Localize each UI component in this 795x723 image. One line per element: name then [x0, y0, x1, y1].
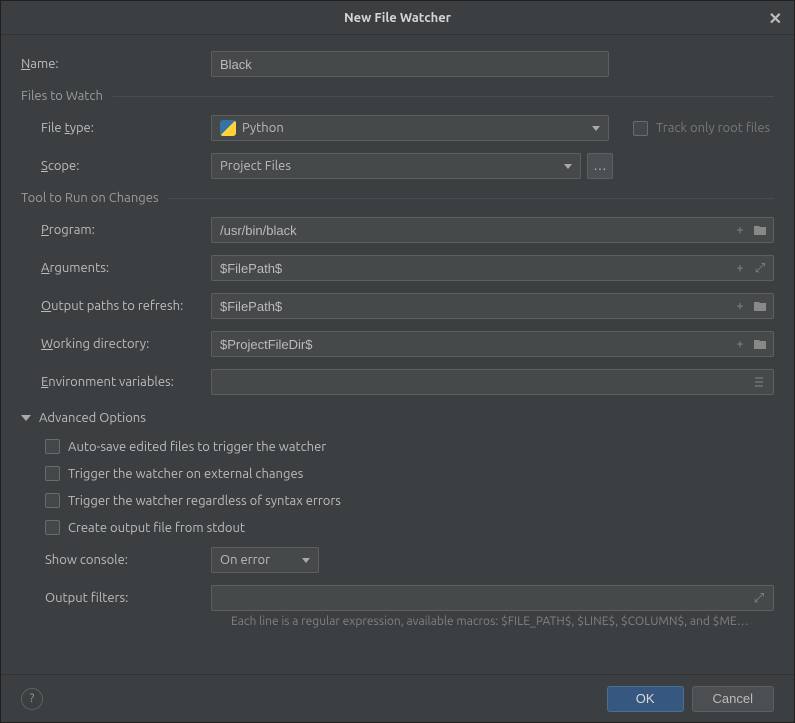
show-console-label: Show console: — [45, 553, 211, 567]
scope-browse-button[interactable]: … — [587, 153, 613, 179]
chevron-down-icon — [564, 164, 572, 169]
external-changes-checkbox[interactable] — [45, 466, 60, 481]
titlebar: New File Watcher ✕ — [1, 1, 794, 35]
folder-icon[interactable] — [752, 222, 768, 238]
files-to-watch-header: Files to Watch — [21, 89, 774, 103]
scope-label: Scope: — [41, 159, 211, 173]
chevron-down-icon — [302, 558, 310, 563]
working-dir-input[interactable] — [211, 331, 774, 357]
chevron-down-icon — [21, 415, 31, 421]
cancel-button[interactable]: Cancel — [692, 686, 774, 712]
arguments-label: Arguments: — [41, 261, 211, 275]
chevron-down-icon — [592, 126, 600, 131]
help-button[interactable]: ? — [21, 688, 43, 710]
autosave-checkbox[interactable] — [45, 439, 60, 454]
syntax-errors-label: Trigger the watcher regardless of syntax… — [68, 494, 341, 508]
close-icon[interactable]: ✕ — [769, 9, 782, 28]
plus-icon[interactable]: + — [732, 298, 748, 314]
tool-to-run-header: Tool to Run on Changes — [21, 191, 774, 205]
output-filters-label: Output filters: — [45, 591, 211, 605]
stdout-checkbox[interactable] — [45, 520, 60, 535]
output-filters-hint: Each line is a regular expression, avail… — [231, 615, 774, 628]
scope-select[interactable]: Project Files — [211, 153, 581, 179]
arguments-input[interactable] — [211, 255, 774, 281]
track-root-checkbox[interactable] — [633, 121, 648, 136]
plus-icon[interactable]: + — [732, 222, 748, 238]
ok-button[interactable]: OK — [607, 686, 684, 712]
stdout-label: Create output file from stdout — [68, 521, 245, 535]
program-label: Program: — [41, 223, 211, 237]
env-vars-label: Environment variables: — [41, 375, 211, 389]
expand-icon[interactable]: ⤢ — [751, 590, 767, 606]
syntax-errors-checkbox[interactable] — [45, 493, 60, 508]
name-label: Name: — [21, 57, 211, 71]
file-type-select[interactable]: Python — [211, 115, 609, 141]
program-input[interactable] — [211, 217, 774, 243]
external-changes-label: Trigger the watcher on external changes — [68, 467, 303, 481]
plus-icon[interactable]: + — [732, 336, 748, 352]
file-type-label: File type: — [41, 121, 211, 135]
folder-icon[interactable] — [752, 336, 768, 352]
output-paths-label: Output paths to refresh: — [41, 299, 211, 313]
list-icon[interactable] — [751, 374, 767, 390]
autosave-label: Auto-save edited files to trigger the wa… — [68, 440, 326, 454]
track-root-label: Track only root files — [656, 121, 770, 135]
output-paths-input[interactable] — [211, 293, 774, 319]
window-title: New File Watcher — [344, 11, 451, 25]
name-input[interactable] — [211, 51, 609, 77]
folder-icon[interactable] — [752, 298, 768, 314]
expand-icon[interactable]: ⤢ — [752, 260, 768, 276]
env-vars-input[interactable] — [211, 369, 774, 395]
show-console-select[interactable]: On error — [211, 547, 319, 573]
advanced-options-label: Advanced Options — [39, 411, 146, 425]
python-icon — [220, 120, 236, 136]
advanced-options-expander[interactable]: Advanced Options — [21, 411, 774, 425]
output-filters-input[interactable]: ⤢ — [211, 585, 774, 611]
working-dir-label: Working directory: — [41, 337, 211, 351]
plus-icon[interactable]: + — [732, 260, 748, 276]
